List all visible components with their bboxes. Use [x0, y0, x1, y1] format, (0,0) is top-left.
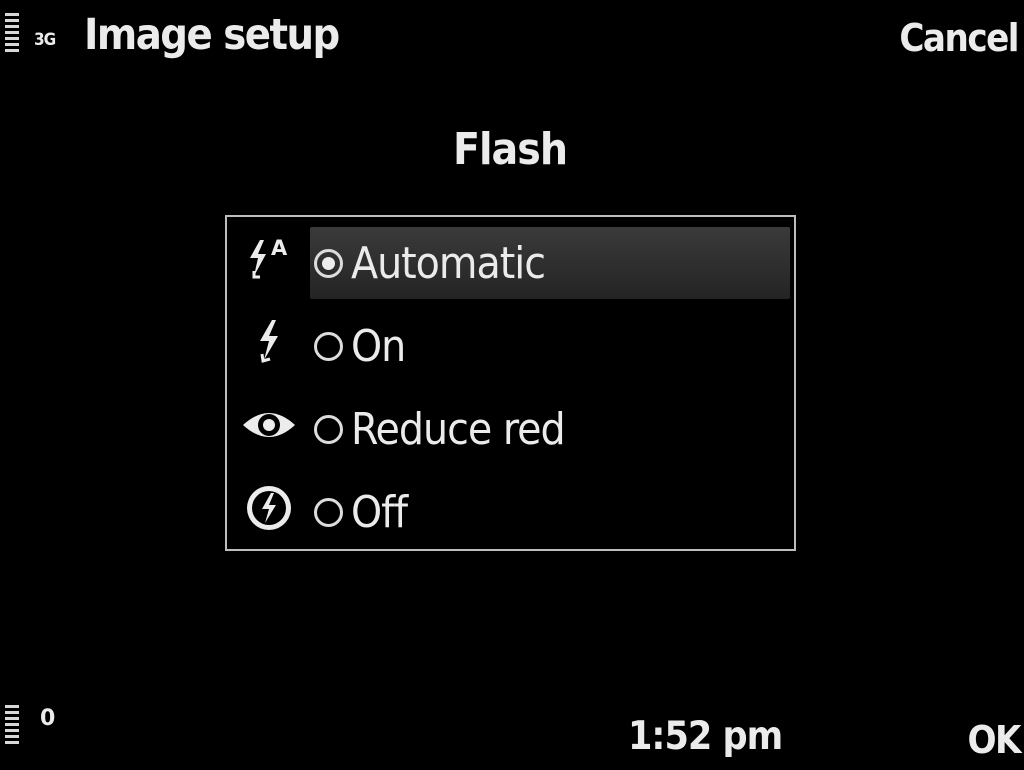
svg-text:A: A	[271, 236, 288, 260]
dialog-title: Flash	[452, 124, 568, 175]
option-label: Reduce red	[351, 403, 566, 455]
flash-options-list: A Automatic On Reduce red Off	[225, 215, 796, 551]
cancel-button[interactable]: Cancel	[899, 16, 1019, 60]
flash-option-automatic[interactable]: A Automatic	[227, 221, 794, 299]
flash-on-icon	[239, 312, 299, 372]
radio-button	[314, 331, 343, 361]
radio-button	[314, 414, 343, 444]
radio-button	[314, 497, 343, 527]
page-title: Image setup	[84, 10, 340, 60]
option-label: Off	[351, 486, 408, 538]
battery-indicator: 0	[40, 706, 56, 731]
option-label: Automatic	[351, 237, 546, 289]
clock: 1:52 pm	[628, 714, 783, 759]
flash-option-off[interactable]: Off	[227, 470, 794, 546]
flash-option-reduce-red[interactable]: Reduce red	[227, 387, 794, 463]
signal-strength-icon	[5, 13, 19, 52]
flash-off-icon	[239, 478, 299, 538]
radio-button	[314, 248, 343, 278]
ok-button[interactable]: OK	[967, 718, 1021, 762]
flash-option-on[interactable]: On	[227, 304, 794, 380]
red-eye-icon	[239, 395, 299, 455]
flash-auto-icon: A	[239, 229, 299, 289]
network-type-indicator: 3G	[34, 30, 56, 50]
battery-level-icon	[5, 705, 19, 744]
option-label: On	[351, 320, 406, 372]
